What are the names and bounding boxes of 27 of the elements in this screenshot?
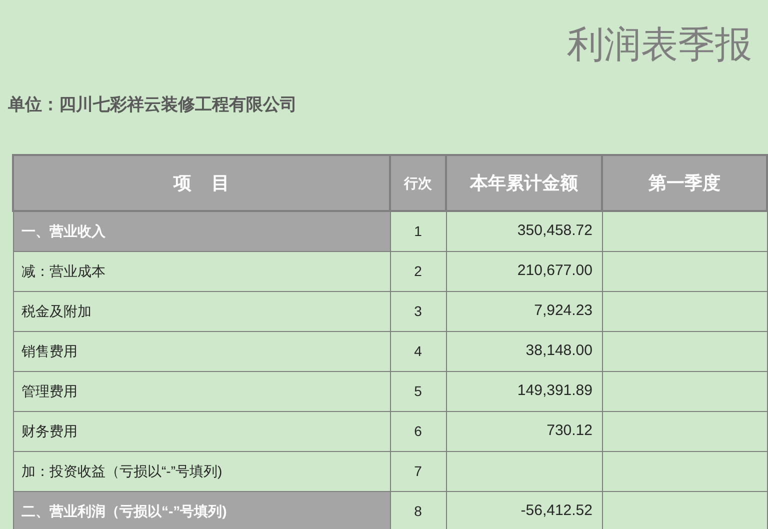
item-cell: 二、营业利润（亏损以“-”号填列) (13, 491, 390, 529)
item-cell: 税金及附加 (13, 291, 390, 331)
item-cell: 管理费用 (13, 371, 390, 411)
line-column-header: 行次 (404, 174, 432, 190)
item-cell: 财务费用 (13, 411, 390, 451)
item-column-header: 项 目 (173, 172, 230, 192)
amount-cell: 7,924.23 (446, 291, 602, 331)
amount-cell: 350,458.72 (446, 211, 602, 251)
line-number-cell: 4 (390, 331, 446, 371)
line-number-cell: 7 (390, 451, 446, 491)
amount-column-header: 本年累计金额 (470, 172, 578, 192)
amount-cell: 730.12 (446, 411, 602, 451)
line-number-cell: 1 (390, 211, 446, 251)
quarter-column-header: 第一季度 (648, 172, 720, 192)
item-cell: 一、营业收入 (13, 211, 390, 251)
amount-cell: 38,148.00 (446, 331, 602, 371)
item-cell: 减：营业成本 (13, 251, 390, 291)
amount-cell: 149,391.89 (446, 371, 602, 411)
company-unit: 单位：四川七彩祥云装修工程有限公司 (8, 95, 297, 114)
report-title: 利润表季报 (567, 24, 752, 68)
item-cell: 加：投资收益（亏损以“-”号填列) (13, 451, 390, 491)
amount-cell: 210,677.00 (446, 251, 602, 291)
line-number-cell: 5 (390, 371, 446, 411)
item-cell: 销售费用 (13, 331, 390, 371)
line-number-cell: 3 (390, 291, 446, 331)
line-number-cell: 2 (390, 251, 446, 291)
line-number-cell: 6 (390, 411, 446, 451)
